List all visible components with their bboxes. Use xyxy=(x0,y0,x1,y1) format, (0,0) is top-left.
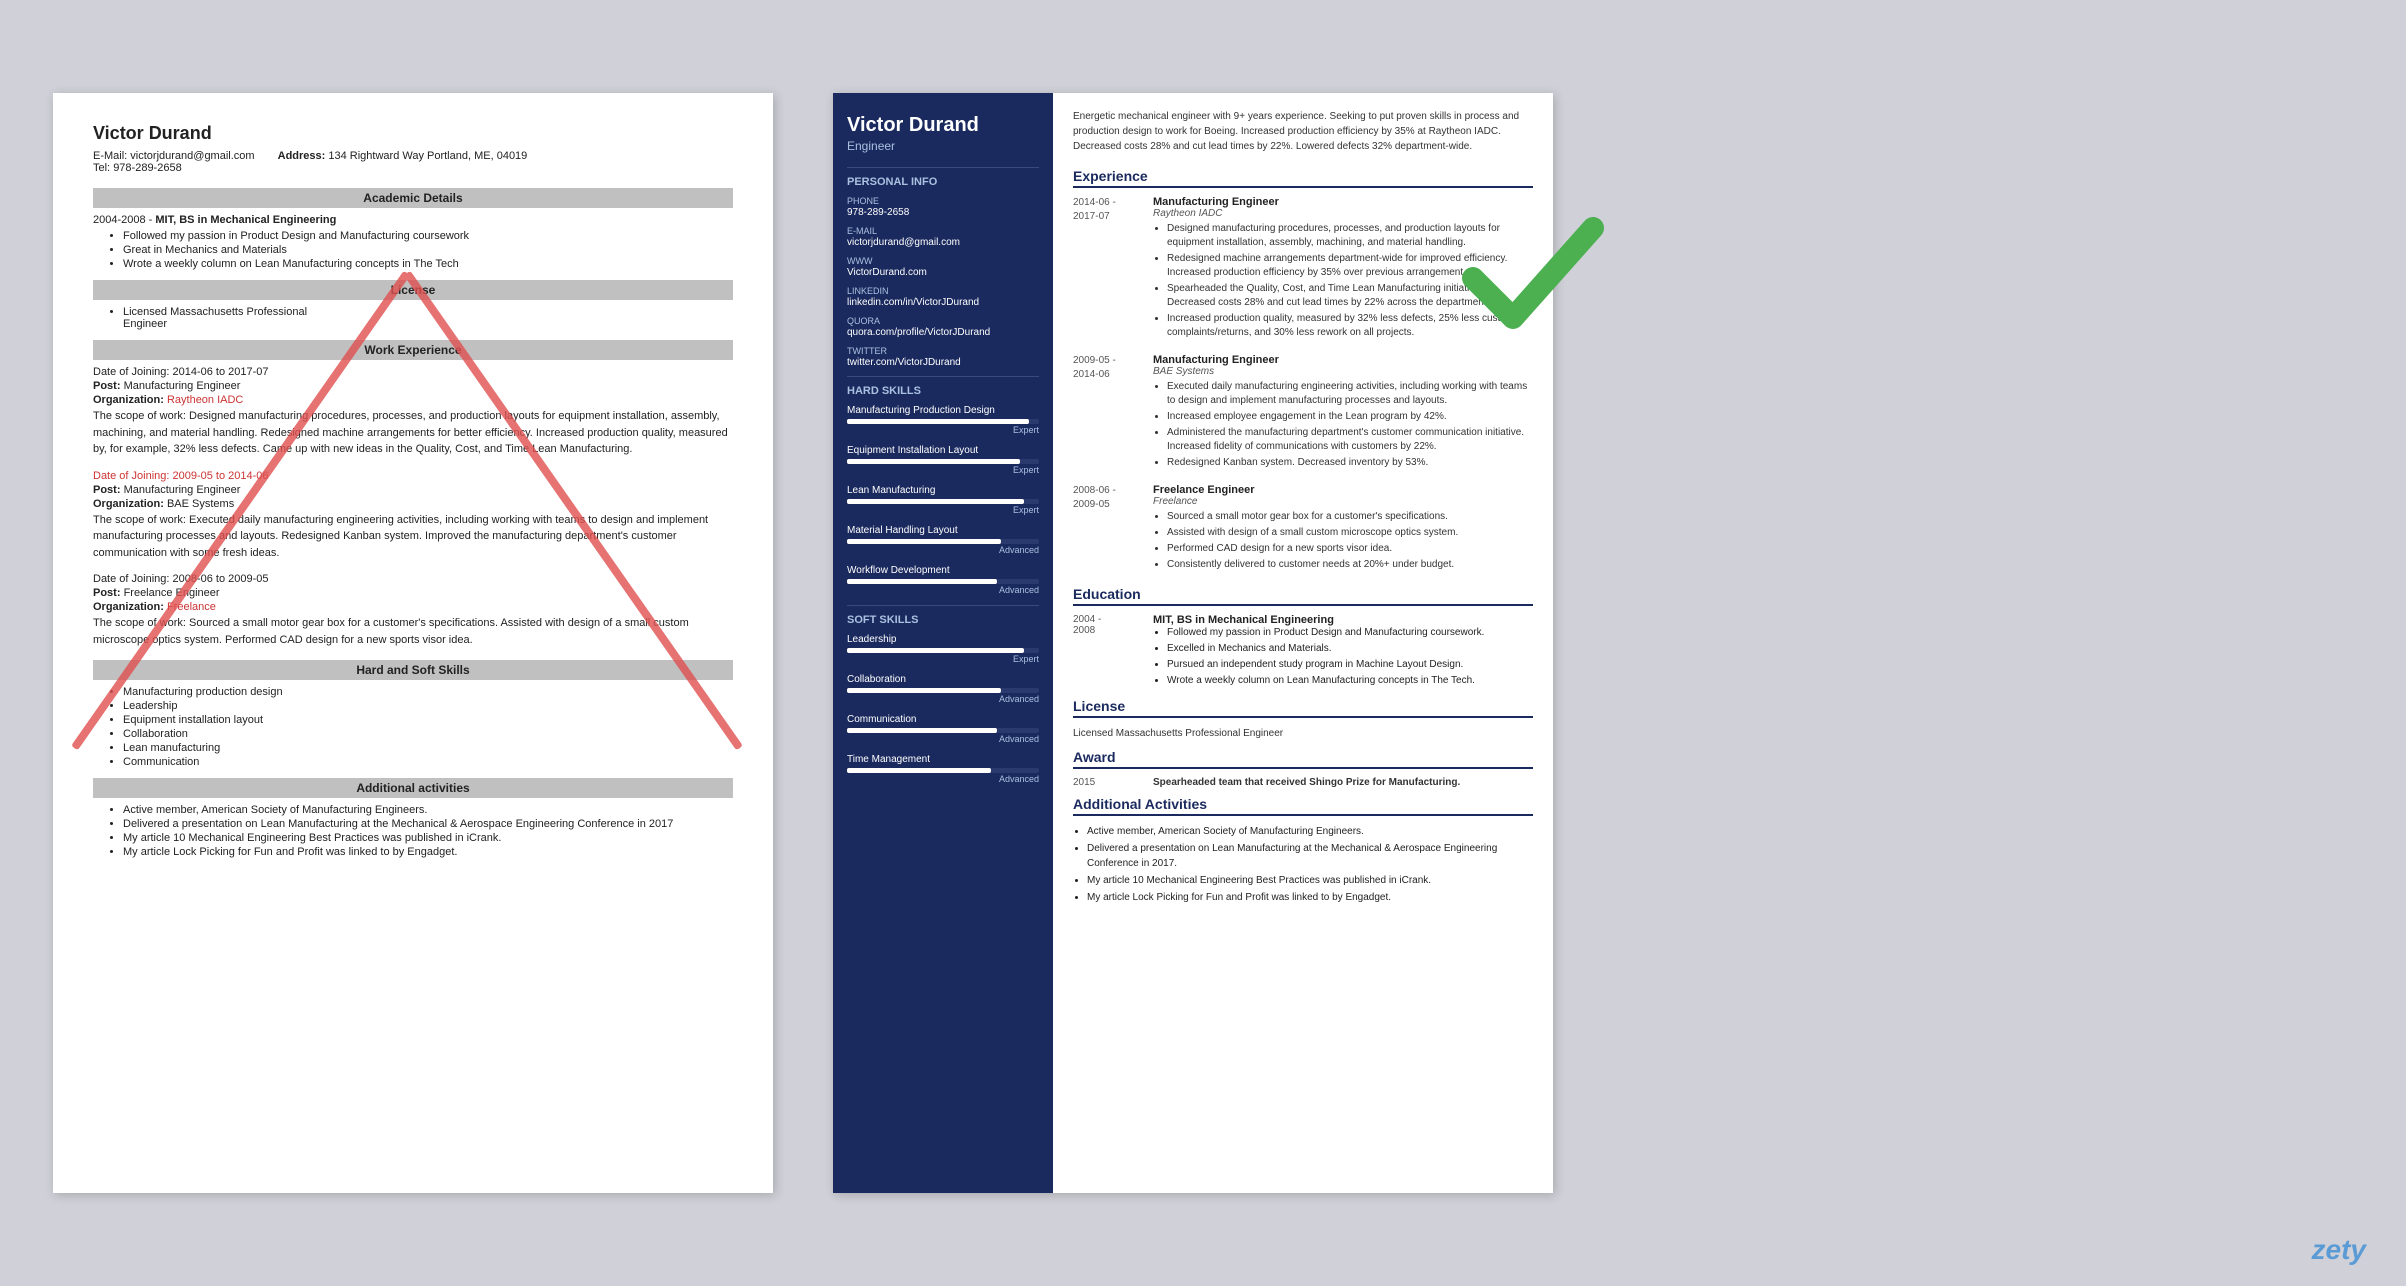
work3-date: Date of Joining: 2008-06 to 2009-05 xyxy=(93,573,269,585)
license-text: Licensed Massachusetts ProfessionalEngin… xyxy=(123,306,733,330)
work1-date: Date of Joining: 2014-06 to 2017-07 xyxy=(93,366,269,378)
resume-left: Victor Durand E-Mail: victorjdurand@gmai… xyxy=(53,93,773,1193)
skill-2: Leadership xyxy=(123,700,733,712)
address-value: 134 Rightward Way Portland, ME, 04019 xyxy=(328,150,527,162)
resume-right-wrapper: Victor Durand Engineer Personal Info Pho… xyxy=(833,93,1553,1193)
main-container: Victor Durand E-Mail: victorjdurand@gmai… xyxy=(53,93,2353,1193)
email-value: victorjdurand@gmail.com xyxy=(130,150,254,162)
skill-6: Communication xyxy=(123,756,733,768)
activity-right-2: Delivered a presentation on Lean Manufac… xyxy=(1087,841,1533,871)
zety-watermark: zety xyxy=(2312,1234,2366,1266)
objective-text: Energetic mechanical engineer with 9+ ye… xyxy=(1073,109,1533,154)
skills-list: Manufacturing production design Leadersh… xyxy=(123,686,733,768)
activities-right-title: Additional Activities xyxy=(1073,796,1533,816)
activity-left-3: My article 10 Mechanical Engineering Bes… xyxy=(123,832,733,844)
academic-bullet-2: Great in Mechanics and Materials xyxy=(123,244,733,256)
resume-right: Victor Durand Engineer Personal Info Pho… xyxy=(833,93,1553,1193)
exp-entry-2: 2009-05 - 2014-06 Manufacturing Engineer… xyxy=(1073,354,1533,472)
activity-left-1: Active member, American Society of Manuf… xyxy=(123,804,733,816)
skill-4: Collaboration xyxy=(123,728,733,740)
academic-section-title: Academic Details xyxy=(93,188,733,208)
soft-skill-1: Leadership Expert xyxy=(847,634,1039,664)
right-sidebar: Victor Durand Engineer Personal Info Pho… xyxy=(833,93,1053,1193)
academic-bullet-1: Followed my passion in Product Design an… xyxy=(123,230,733,242)
activity-left-4: My article Lock Picking for Fun and Prof… xyxy=(123,846,733,858)
skill-1: Manufacturing production design xyxy=(123,686,733,698)
right-title: Engineer xyxy=(847,139,1039,153)
academic-degree: 2004-2008 - MIT, BS in Mechanical Engine… xyxy=(93,214,733,226)
skills-section-title: Hard and Soft Skills xyxy=(93,660,733,680)
hard-skill-2: Equipment Installation Layout Expert xyxy=(847,445,1039,475)
activities-list-right: Active member, American Society of Manuf… xyxy=(1087,824,1533,905)
skill-3: Equipment installation layout xyxy=(123,714,733,726)
activity-right-1: Active member, American Society of Manuf… xyxy=(1087,824,1533,839)
license-right-title: License xyxy=(1073,698,1533,718)
tel-label: Tel: xyxy=(93,162,110,174)
activity-left-2: Delivered a presentation on Lean Manufac… xyxy=(123,818,733,830)
award-entry: 2015 Spearheaded team that received Shin… xyxy=(1073,777,1533,788)
left-contact: E-Mail: victorjdurand@gmail.com Address:… xyxy=(93,150,733,174)
right-name: Victor Durand xyxy=(847,113,1039,137)
work2-date: Date of Joining: 2009-05 to 2014-06 xyxy=(93,470,269,482)
address-label: Address: xyxy=(278,150,326,162)
hard-skill-4: Material Handling Layout Advanced xyxy=(847,525,1039,555)
work-entry-3: Date of Joining: 2008-06 to 2009-05 Post… xyxy=(93,573,733,648)
personal-info-title: Personal Info xyxy=(847,167,1039,188)
academic-bullets: Followed my passion in Product Design an… xyxy=(123,230,733,270)
hard-skill-3: Lean Manufacturing Expert xyxy=(847,485,1039,515)
edu-entry-1: 2004 - 2008 MIT, BS in Mechanical Engine… xyxy=(1073,614,1533,690)
soft-skill-4: Time Management Advanced xyxy=(847,754,1039,784)
activities-section-title: Additional activities xyxy=(93,778,733,798)
soft-skills-title: Soft Skills xyxy=(847,605,1039,626)
license-section-title: License xyxy=(93,280,733,300)
activity-right-3: My article 10 Mechanical Engineering Bes… xyxy=(1087,873,1533,888)
quora-field: Quora quora.com/profile/VictorJDurand xyxy=(847,316,1039,338)
award-title: Award xyxy=(1073,749,1533,769)
left-header: Victor Durand xyxy=(93,123,733,144)
email-field: E-mail victorjdurand@gmail.com xyxy=(847,226,1039,248)
exp-entry-3: 2008-06 - 2009-05 Freelance Engineer Fre… xyxy=(1073,484,1533,574)
www-field: WWW VictorDurand.com xyxy=(847,256,1039,278)
academic-bullet-3: Wrote a weekly column on Lean Manufactur… xyxy=(123,258,733,270)
soft-skill-2: Collaboration Advanced xyxy=(847,674,1039,704)
tel-value: 978-289-2658 xyxy=(113,162,182,174)
right-main: Energetic mechanical engineer with 9+ ye… xyxy=(1053,93,1553,1193)
education-section-title: Education xyxy=(1073,586,1533,606)
hard-skill-5: Workflow Development Advanced xyxy=(847,565,1039,595)
skill-5: Lean manufacturing xyxy=(123,742,733,754)
soft-skill-3: Communication Advanced xyxy=(847,714,1039,744)
work-section-title: Work Experience xyxy=(93,340,733,360)
license-list: Licensed Massachusetts ProfessionalEngin… xyxy=(123,306,733,330)
activities-list-left: Active member, American Society of Manuf… xyxy=(123,804,733,858)
experience-section-title: Experience xyxy=(1073,168,1533,188)
hard-skills-title: Hard Skills xyxy=(847,376,1039,397)
linkedin-field: LinkedIn linkedin.com/in/VictorJDurand xyxy=(847,286,1039,308)
twitter-field: Twitter twitter.com/VictorJDurand xyxy=(847,346,1039,368)
hard-skill-1: Manufacturing Production Design Expert xyxy=(847,405,1039,435)
work-entry-1: Date of Joining: 2014-06 to 2017-07 Post… xyxy=(93,366,733,458)
license-right-text: Licensed Massachusetts Professional Engi… xyxy=(1073,726,1533,741)
exp-entry-1: 2014-06 - 2017-07 Manufacturing Engineer… xyxy=(1073,196,1533,342)
email-label: E-Mail: xyxy=(93,150,127,162)
phone-field: Phone 978-289-2658 xyxy=(847,196,1039,218)
work-entry-2: Date of Joining: 2009-05 to 2014-06 Post… xyxy=(93,470,733,562)
activity-right-4: My article Lock Picking for Fun and Prof… xyxy=(1087,890,1533,905)
left-name: Victor Durand xyxy=(93,123,212,144)
